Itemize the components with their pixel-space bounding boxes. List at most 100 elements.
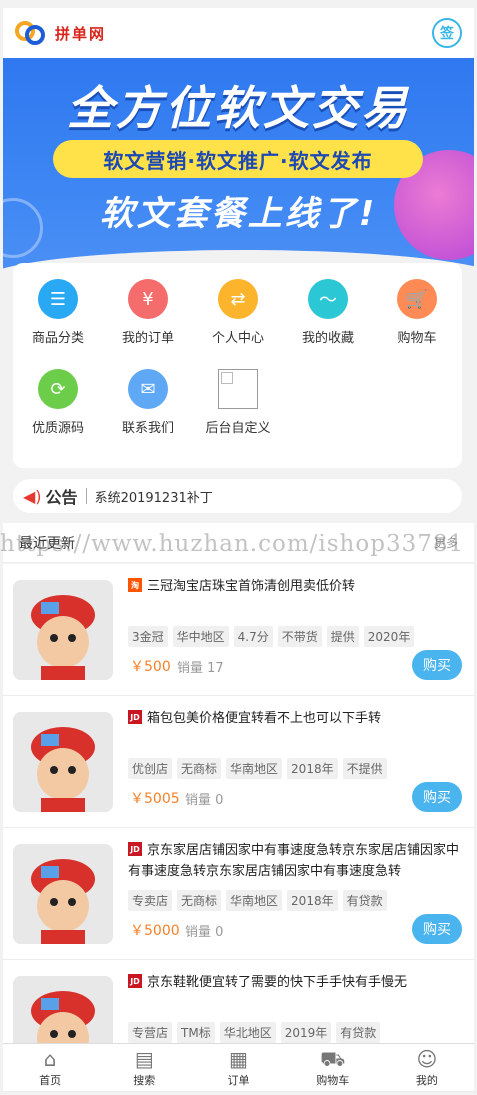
product-tag: 2019年 [280, 1022, 332, 1043]
sign-in-button[interactable]: 签 [432, 18, 462, 48]
announcement-bar[interactable]: ◀) 公告 系统20191231补丁 [13, 479, 462, 513]
buy-button[interactable]: 购买 [412, 914, 462, 944]
product-tag: 2018年 [287, 890, 338, 911]
grid-icon: ▦ [229, 1046, 248, 1071]
list-icon: ☰ [38, 279, 78, 319]
product-tag: TM标 [177, 1022, 215, 1043]
logo-text: 拼单网 [55, 24, 107, 43]
announcement-text: 系统20191231补丁 [94, 490, 213, 506]
announcement-title: 公告 [45, 488, 78, 507]
product-tags: 专卖店 无商标 华南地区 2018年 有贷款 [128, 890, 387, 911]
chat-icon: ✉ [128, 369, 168, 409]
bottom-tab-bar: ⌂ 首页 ▤ 搜索 ▦ 订单 ⛟ 购物车 ☺ 我的 [3, 1043, 474, 1091]
category-label: 联系我们 [121, 421, 174, 436]
yen-icon: ¥ [128, 279, 168, 319]
divider [85, 488, 87, 504]
product-tag: 无商标 [177, 758, 222, 779]
category-label: 购物车 [397, 331, 437, 346]
product-tag: 3金冠 [128, 626, 168, 647]
product-price: ￥5000 [130, 923, 180, 939]
banner-pill: 软文营销·软文推广·软文发布 [53, 140, 423, 178]
product-sales: 销量 0 [185, 925, 224, 940]
product-title: 京东鞋靴便宜转了需要的快下手手快有手慢无 [147, 975, 408, 990]
category-label: 商品分类 [31, 331, 84, 346]
tab-orders[interactable]: ▦ 订单 [191, 1044, 285, 1091]
category-item-cart[interactable]: 🛒 购物车 [372, 263, 462, 353]
tab-label: 购物车 [316, 1073, 350, 1087]
tab-label: 首页 [39, 1073, 62, 1087]
promo-banner[interactable]: 全方位软文交易 软文营销·软文推广·软文发布 软文套餐上线了! [3, 58, 474, 270]
product-price: ￥5005 [130, 791, 180, 807]
trend-icon: 〜 [308, 279, 348, 319]
product-tag: 华北地区 [219, 1022, 276, 1043]
product-title: 箱包包美价格便宜转看不上也可以下手转 [147, 711, 382, 726]
section-title: 最近更新 [19, 535, 75, 552]
tab-label: 搜索 [133, 1073, 156, 1087]
category-item-source-code[interactable]: ⟳ 优质源码 [13, 353, 103, 443]
category-grid: ☰ 商品分类 ¥ 我的订单 ⇄ 个人中心 〜 我的收藏 🛒 购物车 ⟳ 优质源码… [13, 263, 462, 468]
product-tags: 专营店 TM标 华北地区 2019年 有贷款 [128, 1022, 381, 1043]
tab-label: 订单 [227, 1073, 250, 1087]
product-tag: 有贷款 [336, 1022, 381, 1043]
category-label: 优质源码 [31, 421, 84, 436]
more-link[interactable]: 更多 [434, 534, 458, 551]
product-tag: 不带货 [277, 626, 322, 647]
category-item-favorites[interactable]: 〜 我的收藏 [283, 263, 373, 353]
product-tag: 2018年 [287, 758, 338, 779]
product-tag: 华中地区 [172, 626, 229, 647]
recent-updates-header: 最近更新 更多 [3, 523, 474, 563]
site-logo[interactable]: 拼单网 [15, 19, 106, 47]
tab-cart[interactable]: ⛟ 购物车 [286, 1044, 380, 1091]
tab-search[interactable]: ▤ 搜索 [97, 1044, 191, 1091]
tab-label: 我的 [415, 1073, 438, 1087]
buy-button[interactable]: 购买 [412, 782, 462, 812]
banner-title: 全方位软文交易 [67, 81, 410, 135]
swap-icon: ⇄ [218, 279, 258, 319]
category-label: 我的收藏 [301, 331, 354, 346]
product-tag: 不提供 [342, 758, 387, 779]
logo-icon [15, 19, 47, 47]
product-thumbnail [13, 580, 113, 680]
category-item-my-orders[interactable]: ¥ 我的订单 [103, 263, 193, 353]
product-title: 京东家居店铺因家中有事速度急转京东家居店铺因家中有事速度急转京东家居店铺因家中有… [128, 843, 460, 879]
product-tags: 优创店 无商标 华南地区 2018年 不提供 [128, 758, 387, 779]
product-sales: 销量 17 [177, 661, 224, 676]
product-tag: 2020年 [363, 626, 415, 647]
product-tag: 专营店 [128, 1022, 173, 1043]
app-screen: 拼单网 签 全方位软文交易 软文营销·软文推广·软文发布 软文套餐上线了! ☰ … [0, 0, 477, 1095]
product-tags: 3金冠 华中地区 4.7分 不带货 提供 2020年 [128, 626, 415, 647]
top-header: 拼单网 签 [3, 8, 474, 58]
product-card[interactable]: JD 京东家居店铺因家中有事速度急转京东家居店铺因家中有事速度急转京东家居店铺因… [3, 828, 474, 960]
cart-icon: 🛒 [397, 279, 437, 319]
home-icon: ⌂ [43, 1046, 57, 1071]
speaker-icon: ◀) [23, 486, 42, 506]
product-thumbnail [13, 712, 113, 812]
product-card[interactable]: 淘 三冠淘宝店珠宝首饰清创甩卖低价转 3金冠 华中地区 4.7分 不带货 提供 … [3, 564, 474, 696]
product-tag: 有贷款 [342, 890, 387, 911]
category-label: 我的订单 [121, 331, 174, 346]
refresh-icon: ⟳ [38, 369, 78, 409]
category-item-product-types[interactable]: ☰ 商品分类 [13, 263, 103, 353]
product-thumbnail [13, 844, 113, 944]
broken-image-icon [218, 369, 258, 409]
product-tag: 无商标 [177, 890, 222, 911]
banner-subtitle: 软文套餐上线了! [99, 194, 378, 234]
category-label: 个人中心 [211, 331, 264, 346]
category-item-custom[interactable]: 后台自定义 [193, 353, 283, 443]
product-tag: 4.7分 [233, 626, 273, 647]
product-tag: 专卖店 [128, 890, 173, 911]
buy-button[interactable]: 购买 [412, 650, 462, 680]
product-tag: 华南地区 [226, 890, 283, 911]
product-tag: 优创店 [128, 758, 173, 779]
product-price: ￥500 [130, 659, 171, 675]
cart-icon: ⛟ [320, 1046, 346, 1071]
category-item-personal-center[interactable]: ⇄ 个人中心 [193, 263, 283, 353]
product-sales: 销量 0 [185, 793, 224, 808]
tab-home[interactable]: ⌂ 首页 [3, 1044, 97, 1091]
category-item-contact-us[interactable]: ✉ 联系我们 [103, 353, 193, 443]
product-tag: 提供 [326, 626, 359, 647]
tab-profile[interactable]: ☺ 我的 [380, 1044, 474, 1091]
user-icon: ☺ [416, 1046, 438, 1071]
search-doc-icon: ▤ [134, 1046, 154, 1071]
product-card[interactable]: JD 箱包包美价格便宜转看不上也可以下手转 优创店 无商标 华南地区 2018年… [3, 696, 474, 828]
